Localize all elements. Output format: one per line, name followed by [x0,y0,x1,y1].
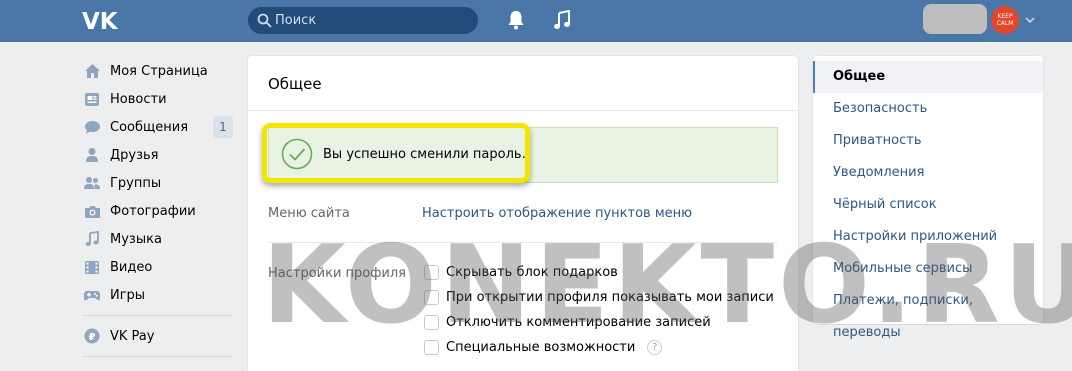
settings-tab-notifications[interactable]: Уведомления [813,157,1043,189]
unread-count-badge: 1 [213,116,233,138]
site-menu-label: Меню сайта [268,206,350,221]
checkbox-label: Отключить комментирование записей [446,314,711,330]
show-my-posts-option[interactable]: При открытии профиля показывать мои запи… [424,287,774,307]
sidebar-item-label: Фотографии [110,203,196,219]
accessibility-checkbox[interactable] [424,339,439,355]
sidebar-item-vkpay[interactable]: ₽ VK Pay [78,322,238,350]
sidebar-item-label: Музыка [110,231,162,247]
search-input[interactable] [275,7,471,34]
vk-logo-icon[interactable]: VK [82,8,118,32]
title-divider [248,110,798,111]
sidebar-item-games[interactable]: Игры [78,281,238,309]
music-note-icon[interactable] [554,10,570,30]
sidebar-item-label: VK Pay [110,328,155,344]
success-message: Вы успешно сменили пароль. [323,147,526,162]
sidebar-item-messages[interactable]: Сообщения 1 [78,113,238,141]
settings-tab-general[interactable]: Общее [813,61,1043,93]
sidebar-item-groups[interactable]: Группы [78,169,238,197]
sidebar-item-label: Новости [110,91,167,107]
groups-icon [82,173,102,193]
profile-settings-label: Настройки профиля [268,266,406,281]
gamepad-icon [82,285,102,305]
top-header: VK KEEP CALM [0,0,1072,42]
checkmark-circle-icon [281,138,313,170]
hide-gifts-checkbox[interactable] [424,264,439,280]
settings-tab-apps[interactable]: Настройки приложений [813,221,1043,253]
hide-gifts-option[interactable]: Скрывать блок подарков [424,262,618,282]
show-my-posts-checkbox[interactable] [424,289,439,305]
sidebar-item-video[interactable]: Видео [78,253,238,281]
svg-text:VK: VK [82,9,118,32]
sidebar-item-label: Игры [110,287,146,303]
checkbox-label: Скрывать блок подарков [446,264,618,280]
configure-menu-link[interactable]: Настроить отображение пунктов меню [422,206,692,221]
settings-tab-privacy[interactable]: Приватность [813,125,1043,157]
sidebar-item-music[interactable]: Музыка [78,225,238,253]
sidebar-divider [82,356,232,357]
left-navigation: Моя Страница Новости Сообщения 1 Друзья … [78,57,238,363]
sidebar-item-label: Группы [110,175,162,191]
avatar[interactable]: KEEP CALM [991,6,1019,34]
sidebar-item-my-page[interactable]: Моя Страница [78,57,238,85]
sidebar-item-label: Сообщения [110,119,189,135]
settings-tab-mobile[interactable]: Мобильные сервисы [813,253,1043,285]
help-icon[interactable]: ? [647,339,663,355]
svg-text:₽: ₽ [89,332,96,343]
checkbox-label: Специальные возможности [446,339,636,355]
settings-tab-blacklist[interactable]: Чёрный список [813,189,1043,221]
sidebar-item-label: Видео [110,259,153,275]
settings-menu: Общее Безопасность Приватность Уведомлен… [813,56,1043,340]
camera-icon [82,201,102,221]
news-icon [82,89,102,109]
checkbox-label: При открытии профиля показывать мои запи… [446,289,774,305]
user-name-blurred[interactable] [923,4,987,34]
friends-icon [82,145,102,165]
vkpay-icon: ₽ [82,326,102,346]
sidebar-divider [82,315,232,316]
bell-icon[interactable] [507,10,525,30]
sidebar-item-news[interactable]: Новости [78,85,238,113]
settings-general-card: Общее Вы успешно сменили пароль. Меню са… [248,56,798,371]
sidebar-item-friends[interactable]: Друзья [78,141,238,169]
music-icon [82,229,102,249]
sidebar-item-photos[interactable]: Фотографии [78,197,238,225]
video-icon [82,257,102,277]
chevron-down-icon[interactable] [1025,16,1035,24]
sidebar-item-label: Друзья [110,147,159,163]
sidebar-item-label: Моя Страница [110,63,208,79]
search-box[interactable] [248,7,478,34]
settings-tab-payments[interactable]: Платежи, подписки, переводы [813,285,1043,340]
messages-icon [82,117,102,137]
search-icon [257,13,272,28]
disable-comments-checkbox[interactable] [424,314,439,330]
disable-comments-option[interactable]: Отключить комментирование записей [424,312,711,332]
settings-tab-security[interactable]: Безопасность [813,93,1043,125]
home-icon [82,61,102,81]
page-title: Общее [268,75,322,93]
accessibility-option[interactable]: Специальные возможности ? [424,337,663,357]
row-divider [268,242,778,243]
